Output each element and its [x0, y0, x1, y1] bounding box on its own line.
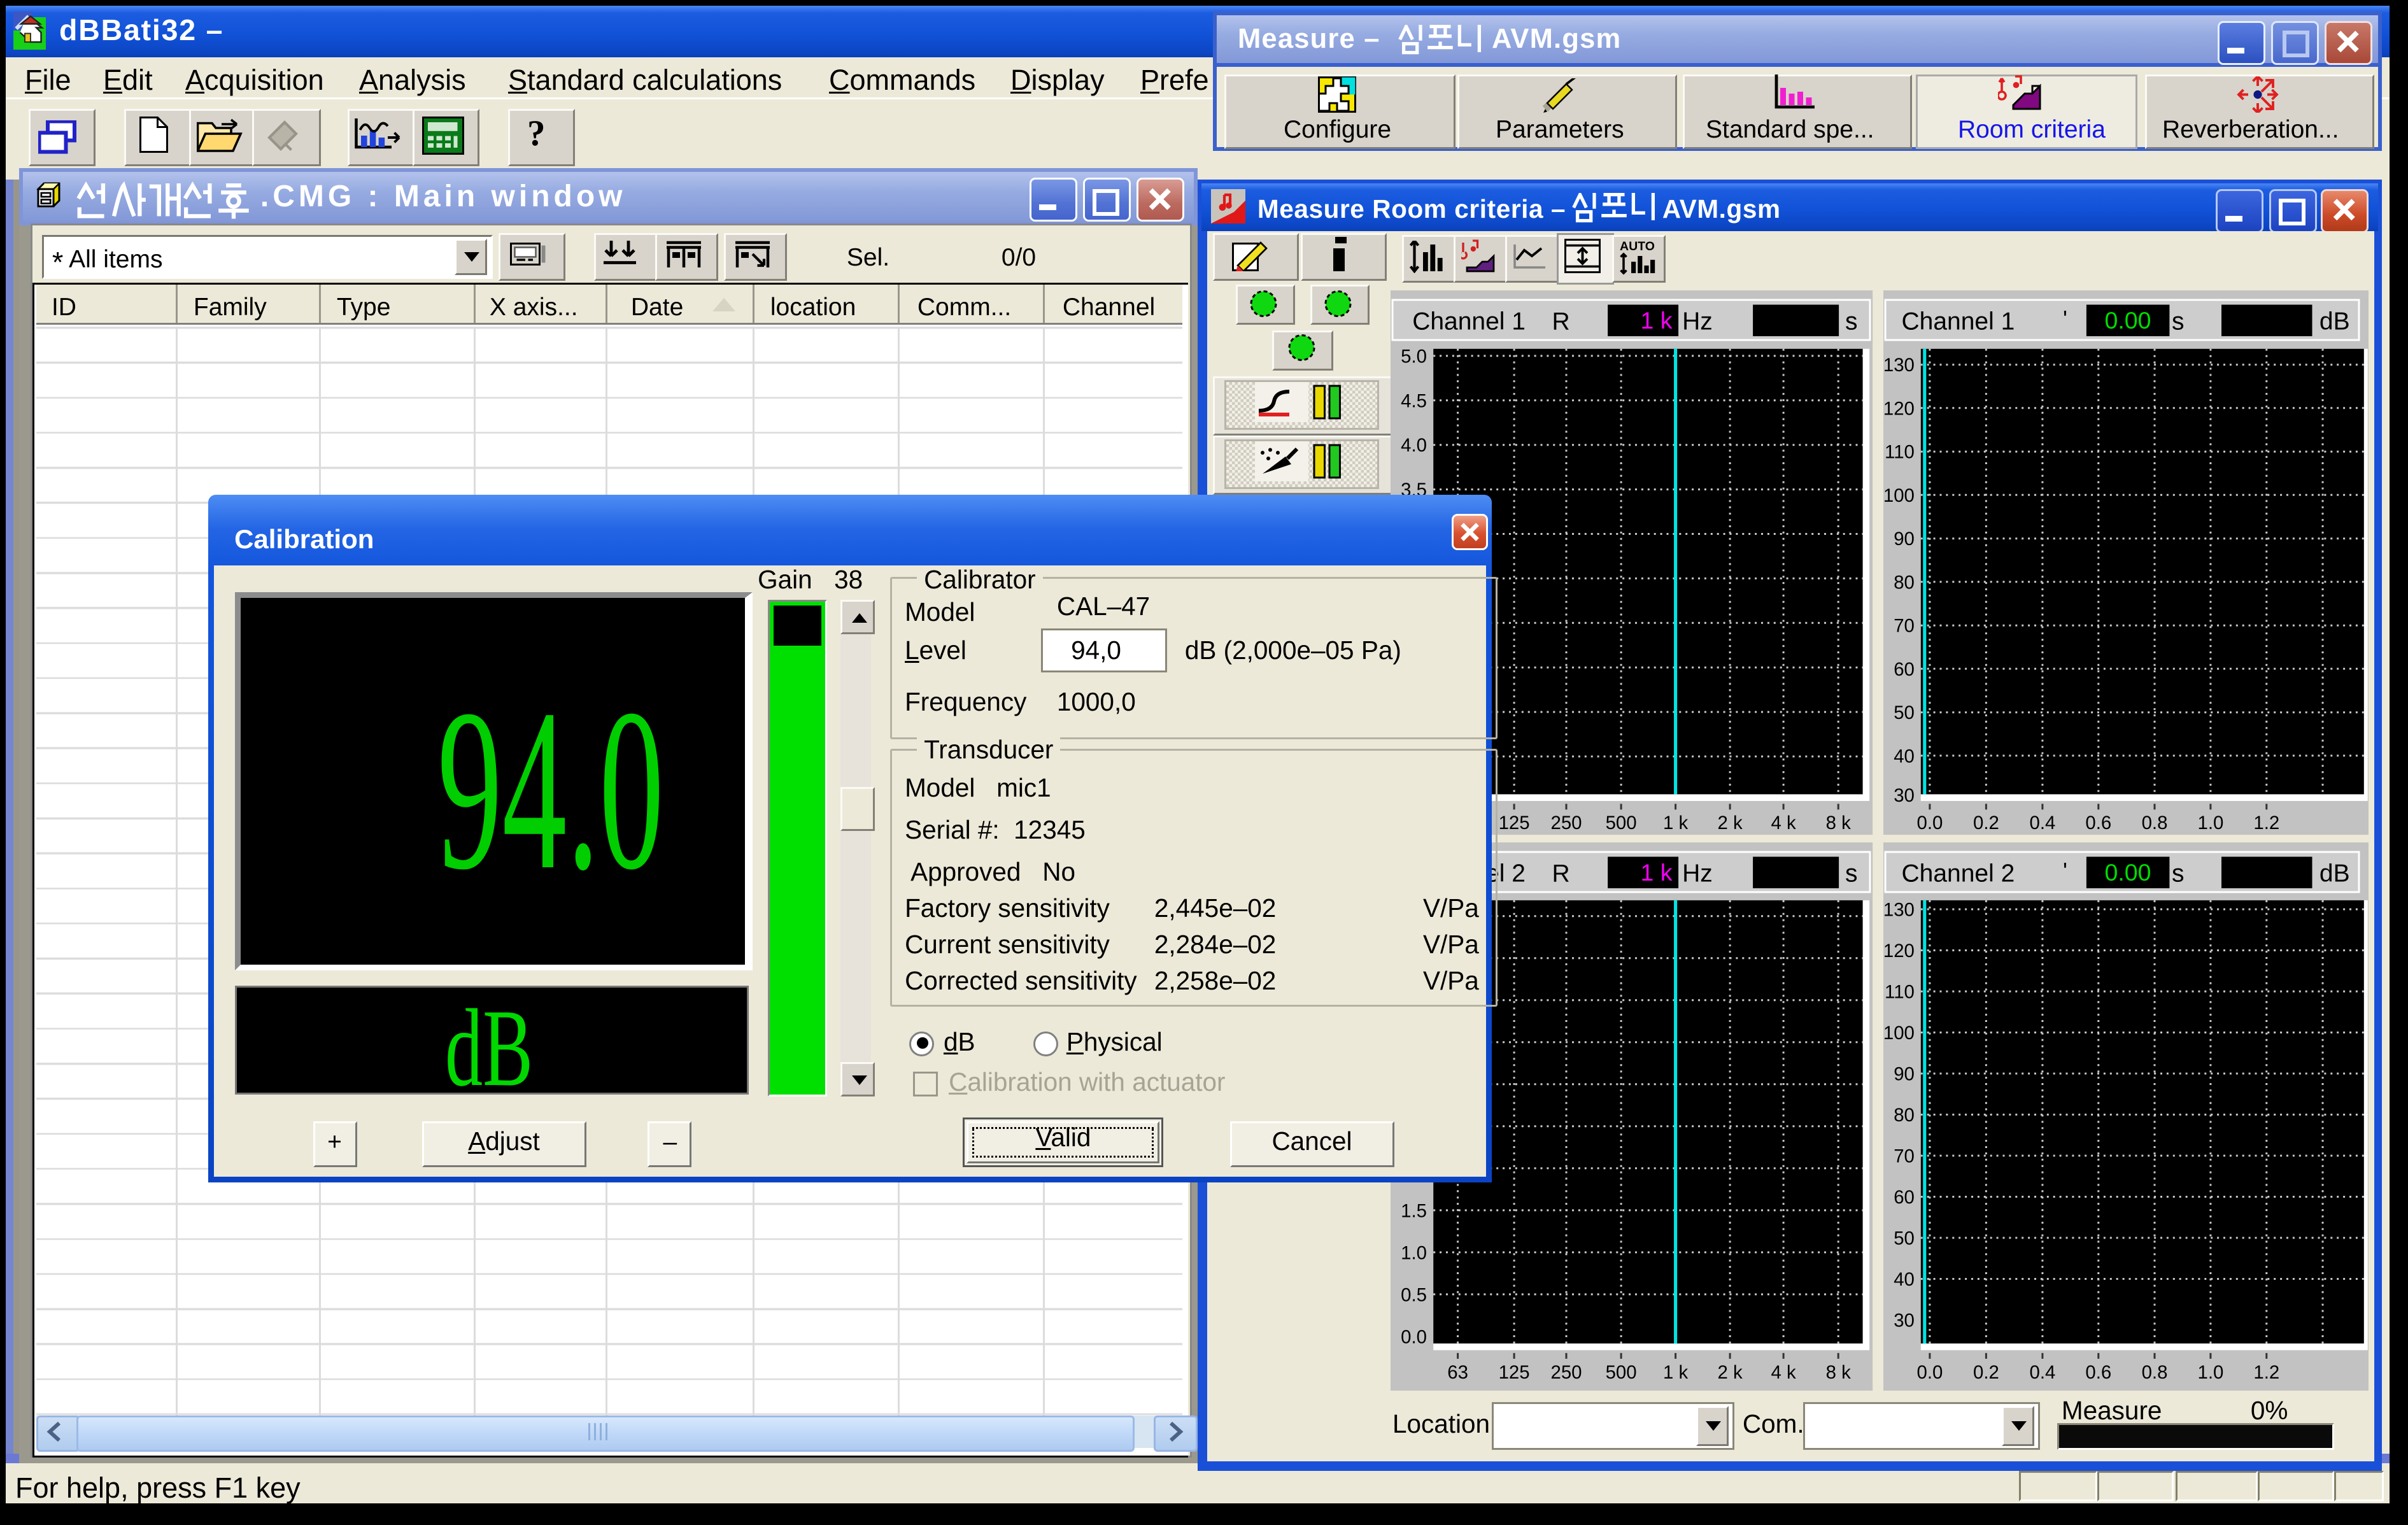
svg-text:2 k: 2 k [1718, 812, 1743, 833]
svg-text:4 k: 4 k [1771, 1361, 1797, 1382]
svg-text:0.6: 0.6 [2085, 812, 2111, 833]
svg-text:80: 80 [1893, 1104, 1914, 1125]
svg-text:8 k: 8 k [1826, 812, 1852, 833]
svg-text:80: 80 [1893, 571, 1914, 592]
svg-text:1.0: 1.0 [1401, 1242, 1427, 1263]
svg-text:AUTO: AUTO [1620, 239, 1655, 253]
svg-text:40: 40 [1893, 1268, 1914, 1289]
svg-text:Hz: Hz [1683, 308, 1713, 335]
svg-text:0.2: 0.2 [1972, 1361, 1999, 1382]
svg-text:110: 110 [1884, 981, 1914, 1002]
svg-text:s: s [2171, 860, 2184, 887]
svg-text:0.2: 0.2 [1972, 812, 1999, 833]
svg-text:70: 70 [1893, 1146, 1914, 1167]
svg-text:0.0: 0.0 [1916, 1361, 1943, 1382]
svg-text:0.4: 0.4 [2029, 1361, 2055, 1382]
svg-text:1 k: 1 k [1641, 306, 1673, 333]
svg-text:250: 250 [1551, 1361, 1582, 1382]
svg-text:500: 500 [1606, 812, 1637, 833]
svg-text:100: 100 [1883, 485, 1914, 506]
svg-text:Channel 2: Channel 2 [1901, 860, 2015, 887]
svg-text:125: 125 [1499, 812, 1530, 833]
svg-text:130: 130 [1883, 354, 1914, 375]
svg-text:40: 40 [1893, 745, 1914, 766]
svg-text:0.8: 0.8 [2141, 812, 2167, 833]
svg-text:0.00: 0.00 [2104, 306, 2151, 333]
svg-text:5.0: 5.0 [1401, 345, 1427, 366]
svg-text:dB: dB [2319, 308, 2349, 335]
svg-text:s: s [1846, 308, 1859, 335]
svg-text:60: 60 [1893, 1186, 1914, 1207]
svg-text:0.00: 0.00 [2104, 858, 2151, 885]
svg-text:1 k: 1 k [1664, 812, 1689, 833]
svg-text:100: 100 [1883, 1022, 1914, 1043]
svg-text:1.2: 1.2 [2253, 812, 2279, 833]
svg-text:120: 120 [1883, 397, 1914, 418]
svg-text:s: s [1846, 860, 1859, 887]
svg-text:': ' [2062, 857, 2067, 883]
svg-text:0.0: 0.0 [1916, 812, 1943, 833]
svg-text:90: 90 [1893, 528, 1914, 549]
svg-text:0.5: 0.5 [1401, 1284, 1427, 1305]
svg-text:63: 63 [1448, 1361, 1469, 1382]
svg-text:dB: dB [2319, 860, 2349, 887]
svg-text:s: s [2171, 308, 2184, 335]
svg-text:R: R [1552, 860, 1570, 887]
svg-text:1.0: 1.0 [2197, 812, 2223, 833]
svg-text:Channel 1: Channel 1 [1901, 308, 2015, 335]
svg-text:Channel 1: Channel 1 [1413, 308, 1526, 335]
svg-text:4.0: 4.0 [1401, 434, 1427, 455]
svg-text:R: R [1552, 308, 1570, 335]
svg-text:50: 50 [1893, 1228, 1914, 1249]
svg-text:90: 90 [1893, 1063, 1914, 1084]
svg-text:4 k: 4 k [1771, 812, 1797, 833]
svg-text:50: 50 [1893, 702, 1914, 723]
svg-text:30: 30 [1893, 1310, 1914, 1331]
svg-text:Hz: Hz [1683, 860, 1713, 887]
svg-text:2 k: 2 k [1718, 1361, 1743, 1382]
svg-text:60: 60 [1893, 658, 1914, 679]
svg-text:0.6: 0.6 [2085, 1361, 2111, 1382]
svg-text:500: 500 [1606, 1361, 1637, 1382]
svg-text:0.4: 0.4 [2029, 812, 2055, 833]
svg-text:110: 110 [1884, 441, 1914, 462]
svg-text:1.5: 1.5 [1401, 1200, 1427, 1221]
svg-text:': ' [2062, 305, 2067, 331]
svg-text:125: 125 [1499, 1361, 1530, 1382]
svg-text:130: 130 [1883, 899, 1914, 920]
svg-text:70: 70 [1893, 615, 1914, 636]
svg-text:1.0: 1.0 [2197, 1361, 2223, 1382]
svg-text:1 k: 1 k [1664, 1361, 1689, 1382]
svg-text:1.2: 1.2 [2253, 1361, 2279, 1382]
svg-text:4.5: 4.5 [1401, 390, 1427, 411]
svg-text:120: 120 [1883, 940, 1914, 961]
svg-text:1 k: 1 k [1641, 858, 1673, 885]
svg-text:0.0: 0.0 [1401, 1326, 1427, 1347]
svg-text:30: 30 [1893, 784, 1914, 805]
svg-text:8 k: 8 k [1826, 1361, 1852, 1382]
svg-text:250: 250 [1551, 812, 1582, 833]
svg-text:0.8: 0.8 [2141, 1361, 2167, 1382]
